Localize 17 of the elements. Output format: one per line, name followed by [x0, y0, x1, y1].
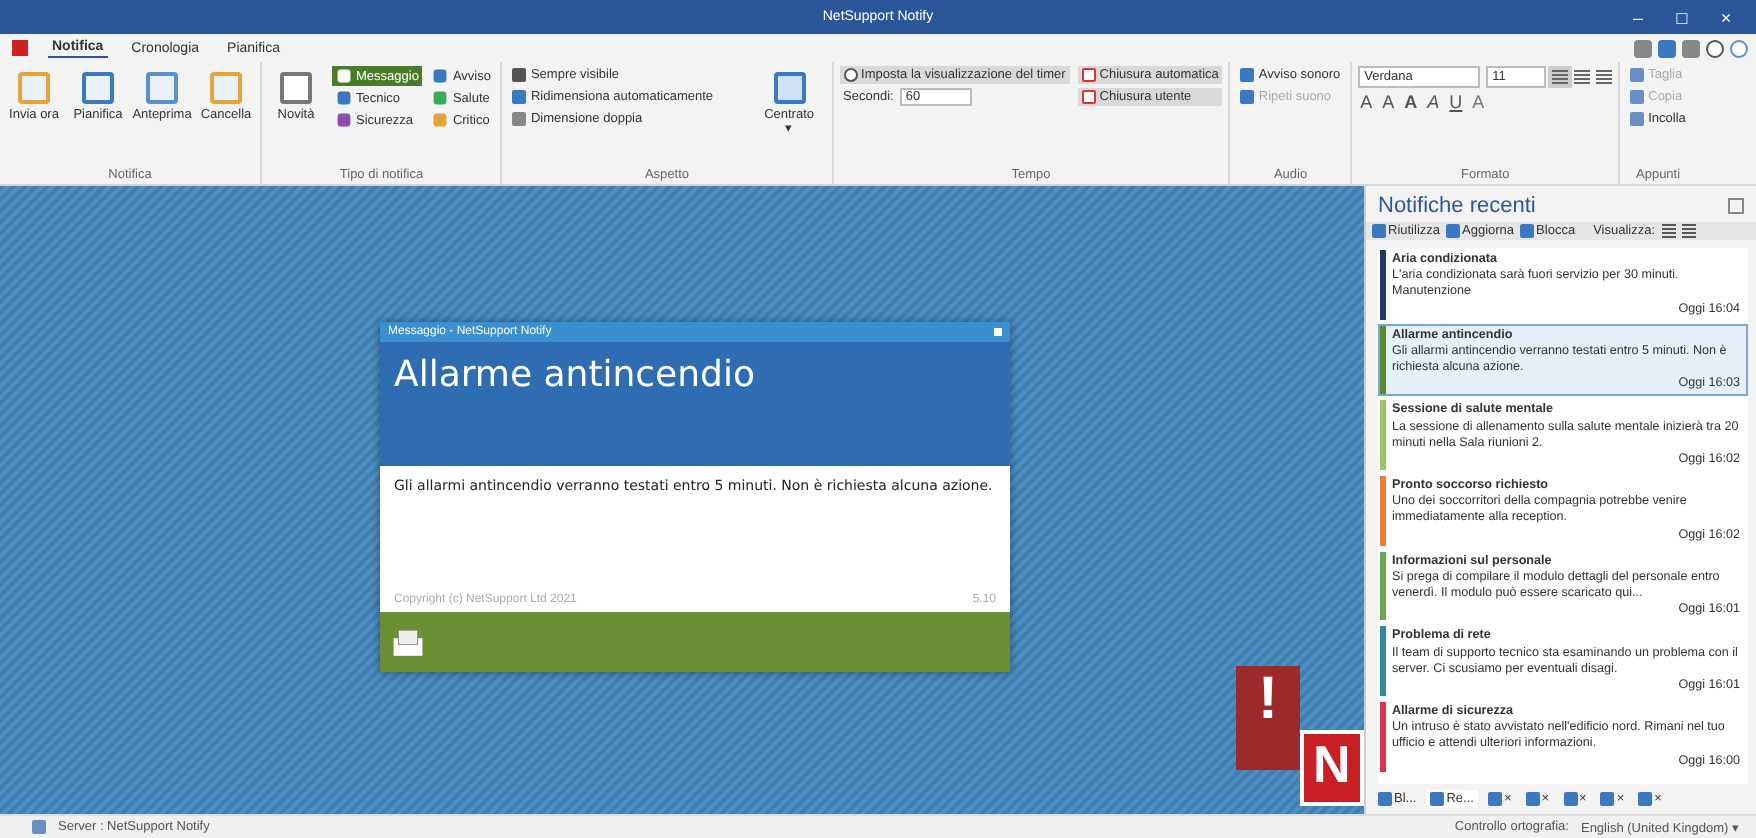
frame-icon — [773, 72, 806, 104]
format-button[interactable]: A — [1470, 92, 1487, 112]
format-button[interactable]: A — [1380, 92, 1397, 112]
format-button[interactable]: A — [1358, 92, 1375, 112]
align-icon[interactable] — [1574, 70, 1591, 84]
align-icon[interactable] — [1596, 70, 1613, 84]
window-control-button[interactable]: – — [1616, 0, 1660, 34]
app-logo: ! N — [1236, 666, 1364, 806]
format-button[interactable]: U — [1447, 92, 1465, 112]
format-button[interactable]: A — [1425, 92, 1442, 112]
panel-title: Notifiche recenti — [1378, 194, 1536, 218]
window-control-button[interactable]: □ — [1660, 0, 1704, 34]
close-box-icon — [1081, 68, 1096, 82]
popup-heading: Allarme antincendio — [394, 354, 755, 396]
format-button[interactable]: A — [1402, 92, 1420, 112]
window-control-button[interactable]: × — [1704, 0, 1748, 34]
align-icon[interactable] — [1552, 70, 1569, 84]
